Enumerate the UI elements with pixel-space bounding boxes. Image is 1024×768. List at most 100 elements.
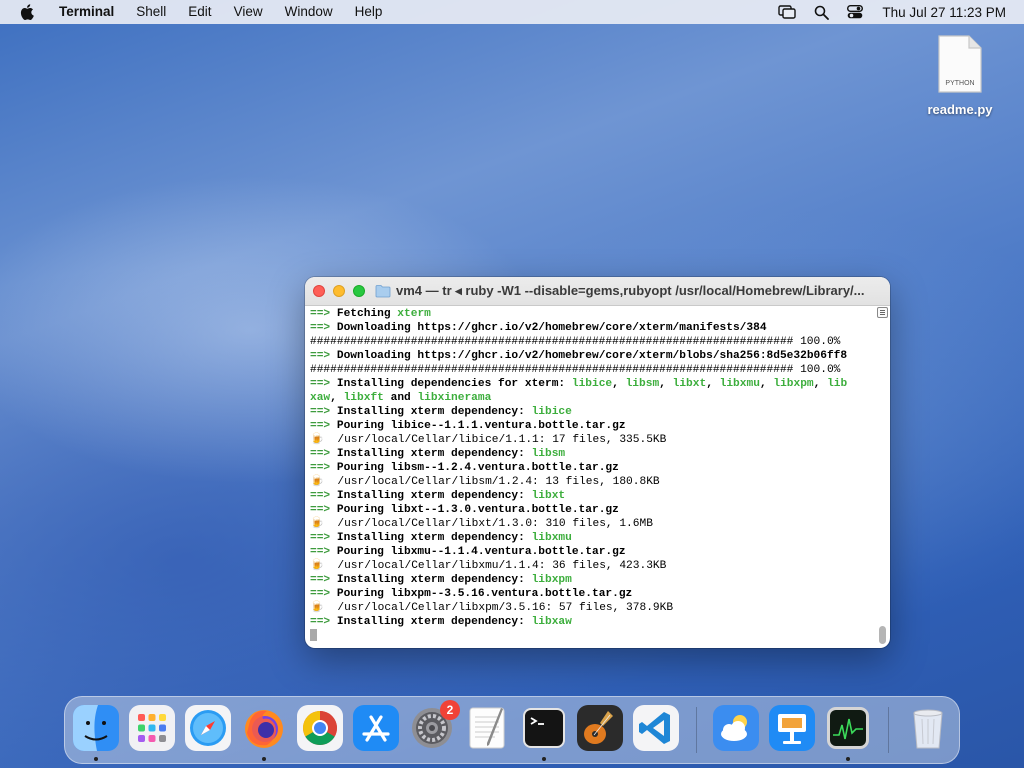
dock-app-trash[interactable] bbox=[905, 705, 951, 751]
terminal-text: libsm bbox=[531, 448, 566, 460]
text-cursor bbox=[310, 629, 317, 641]
terminal-text: lib bbox=[827, 378, 848, 390]
terminal-text: libxt bbox=[531, 490, 566, 502]
menu-edit[interactable]: Edit bbox=[177, 0, 222, 24]
terminal-text: , bbox=[330, 392, 344, 404]
dock-app-safari[interactable] bbox=[185, 705, 231, 751]
terminal-line: ==> Downloading https://ghcr.io/v2/homeb… bbox=[310, 349, 872, 363]
terminal-text: Pouring libxpm--3.5.16.ventura.bottle.ta… bbox=[330, 588, 633, 600]
terminal-line: xaw, libxft and libxinerama bbox=[310, 391, 872, 405]
terminal-text: , bbox=[659, 378, 673, 390]
terminal-text: libxmu bbox=[531, 532, 572, 544]
dock-app-chrome[interactable] bbox=[297, 705, 343, 751]
menu-view[interactable]: View bbox=[223, 0, 274, 24]
dock-app-firefox[interactable] bbox=[241, 705, 287, 751]
minimize-button[interactable] bbox=[333, 285, 345, 297]
terminal-text: and bbox=[383, 392, 418, 404]
terminal-text: , bbox=[706, 378, 720, 390]
terminal-text: xterm bbox=[397, 308, 431, 320]
terminal-text: /usr/local/Cellar/libxt/1.3.0: 310 files… bbox=[323, 518, 653, 530]
terminal-text: ==> bbox=[310, 490, 331, 502]
terminal-line: ==> Installing dependencies for xterm: l… bbox=[310, 377, 872, 391]
search-icon[interactable] bbox=[812, 4, 830, 20]
terminal-text: Installing xterm dependency: bbox=[330, 616, 532, 628]
screen-mirroring-icon[interactable] bbox=[778, 4, 797, 20]
terminal-line: ==> Pouring libxpm--3.5.16.ventura.bottl… bbox=[310, 587, 872, 601]
running-indicator-firefox bbox=[262, 757, 266, 761]
window-titlebar[interactable]: vm4 — tr ◂ ruby -W1 --disable=gems,rubyo… bbox=[305, 277, 890, 306]
desktop-file-readme[interactable]: PYTHON readme.py bbox=[922, 34, 998, 117]
python-file-icon: PYTHON bbox=[937, 34, 983, 94]
terminal-text: ==> bbox=[310, 322, 331, 334]
terminal-text: ==> bbox=[310, 420, 331, 432]
dock-app-launchpad[interactable] bbox=[129, 705, 175, 751]
apple-menu-icon[interactable] bbox=[17, 2, 37, 22]
dock-app-textedit[interactable] bbox=[465, 705, 511, 751]
dock-app-activity-monitor[interactable] bbox=[825, 705, 871, 751]
terminal-text: Downloading https://ghcr.io/v2/homebrew/… bbox=[330, 350, 848, 362]
terminal-line: ==> Installing xterm dependency: libxpm bbox=[310, 573, 872, 587]
dock-app-finder[interactable] bbox=[73, 705, 119, 751]
terminal-text: ==> bbox=[310, 350, 331, 362]
menu-shell[interactable]: Shell bbox=[125, 0, 177, 24]
terminal-line: ==> Downloading https://ghcr.io/v2/homeb… bbox=[310, 321, 872, 335]
terminal-line: ==> Pouring libice--1.1.1.ventura.bottle… bbox=[310, 419, 872, 433]
dock-app-app-store[interactable] bbox=[353, 705, 399, 751]
terminal-text: Fetching bbox=[330, 308, 398, 320]
dock-app-garageband[interactable] bbox=[577, 705, 623, 751]
terminal-text: ==> bbox=[310, 448, 331, 460]
terminal-line: 🍺 /usr/local/Cellar/libxmu/1.1.4: 36 fil… bbox=[310, 559, 872, 573]
terminal-text: libsm bbox=[625, 378, 660, 390]
terminal-line: ==> Installing xterm dependency: libxaw bbox=[310, 615, 872, 629]
menu-bar-clock[interactable]: Thu Jul 27 11:23 PM bbox=[882, 5, 1006, 20]
terminal-text: libxmu bbox=[719, 378, 760, 390]
dock-app-weather[interactable] bbox=[713, 705, 759, 751]
menu-window[interactable]: Window bbox=[274, 0, 344, 24]
menu-app-name[interactable]: Terminal bbox=[51, 0, 125, 24]
terminal-text: libice bbox=[571, 378, 613, 390]
beer-mug-icon: 🍺 bbox=[310, 518, 324, 530]
terminal-line: ########################################… bbox=[310, 335, 872, 349]
terminal-text: ########################################… bbox=[310, 364, 841, 376]
dock-app-keynote[interactable] bbox=[769, 705, 815, 751]
terminal-text: Installing xterm dependency: bbox=[330, 574, 532, 586]
notification-badge: 2 bbox=[440, 700, 460, 720]
control-center-icon[interactable] bbox=[846, 4, 864, 20]
zoom-button[interactable] bbox=[353, 285, 365, 297]
terminal-text: libice bbox=[531, 406, 572, 418]
terminal-line: ==> Pouring libxmu--1.1.4.ventura.bottle… bbox=[310, 545, 872, 559]
terminal-text: xaw bbox=[310, 392, 331, 404]
dock-app-terminal[interactable] bbox=[521, 705, 567, 751]
terminal-text: Installing xterm dependency: bbox=[330, 406, 532, 418]
terminal-text: libxft bbox=[343, 392, 384, 404]
running-indicator-finder bbox=[94, 757, 98, 761]
terminal-text: ==> bbox=[310, 532, 331, 544]
terminal-text: Downloading https://ghcr.io/v2/homebrew/… bbox=[330, 322, 767, 334]
terminal-text: , bbox=[759, 378, 774, 390]
dock: 2 bbox=[64, 696, 960, 764]
terminal-line: ########################################… bbox=[310, 363, 872, 377]
folder-icon bbox=[375, 284, 391, 298]
terminal-text: , bbox=[612, 378, 626, 390]
close-button[interactable] bbox=[313, 285, 325, 297]
terminal-line: 🍺 /usr/local/Cellar/libxpm/3.5.16: 57 fi… bbox=[310, 601, 872, 615]
scroll-menu-icon[interactable] bbox=[877, 307, 888, 318]
terminal-text: Installing xterm dependency: bbox=[330, 532, 532, 544]
terminal-text: /usr/local/Cellar/libice/1.1.1: 17 files… bbox=[323, 434, 667, 446]
terminal-text: libxinerama bbox=[417, 392, 492, 404]
terminal-line: ==> Installing xterm dependency: libice bbox=[310, 405, 872, 419]
prompt-line bbox=[310, 629, 872, 643]
terminal-output[interactable]: ==> Fetching xterm ==> Downloading https:… bbox=[310, 307, 872, 645]
vertical-scrollbar[interactable] bbox=[879, 626, 886, 644]
menu-help[interactable]: Help bbox=[344, 0, 394, 24]
terminal-text: ==> bbox=[310, 462, 331, 474]
menu-bar: Terminal Shell Edit View Window Help Thu… bbox=[0, 0, 1024, 24]
terminal-line: ==> Installing xterm dependency: libxmu bbox=[310, 531, 872, 545]
terminal-text: libxaw bbox=[531, 616, 572, 628]
dock-app-vscode[interactable] bbox=[633, 705, 679, 751]
terminal-text: ==> bbox=[310, 574, 331, 586]
terminal-line: ==> Fetching xterm bbox=[310, 307, 872, 321]
terminal-text: Pouring libxt--1.3.0.ventura.bottle.tar.… bbox=[330, 504, 619, 516]
terminal-line: ==> Pouring libxt--1.3.0.ventura.bottle.… bbox=[310, 503, 872, 517]
terminal-text: /usr/local/Cellar/libxpm/3.5.16: 57 file… bbox=[323, 602, 674, 614]
